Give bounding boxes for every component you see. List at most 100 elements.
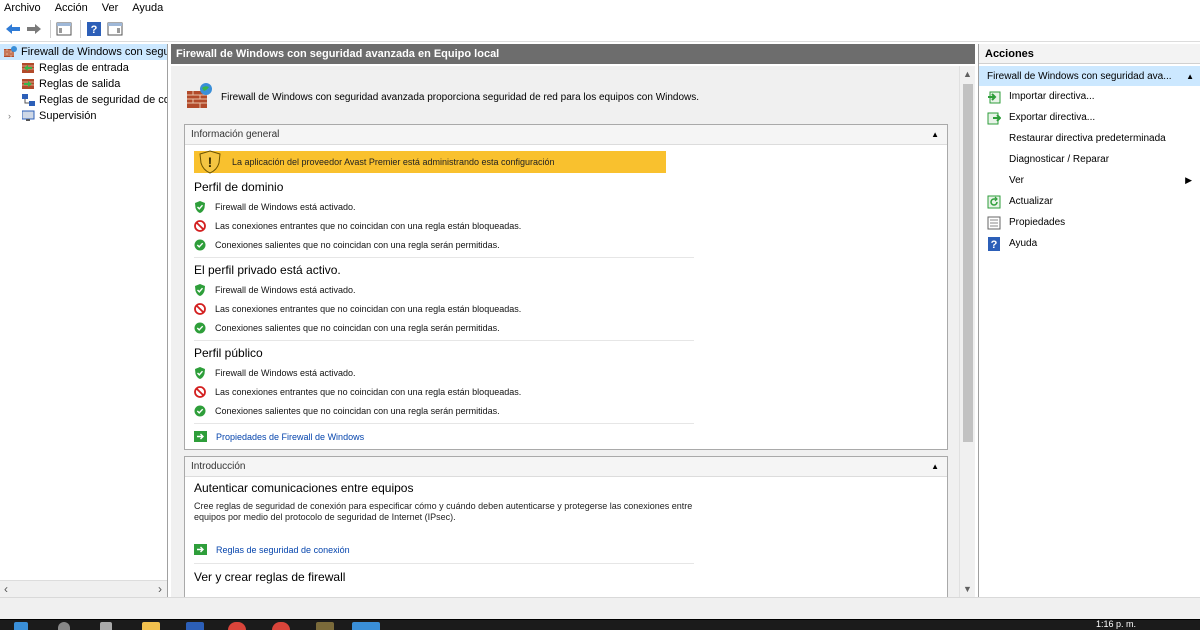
introduction-panel-header[interactable]: Introducción ▲ [185, 457, 947, 477]
tree-item-reglas-seguridad[interactable]: Reglas de seguridad de con [0, 92, 167, 108]
overview-panel-header[interactable]: Información general ▲ [185, 125, 947, 145]
action-view[interactable]: Ver ▶ [979, 170, 1200, 191]
introduction-panel: Introducción ▲ Autenticar comunicaciones… [184, 456, 948, 597]
expand-chevron-icon[interactable]: › [8, 111, 18, 121]
collapse-icon[interactable]: ▲ [931, 130, 939, 139]
tree-horizontal-scrollbar[interactable]: ‹ › [0, 580, 167, 597]
blocked-icon [194, 220, 206, 232]
svg-text:?: ? [991, 239, 998, 251]
collapse-icon[interactable]: ▲ [1186, 72, 1194, 81]
firewall-icon [4, 46, 17, 58]
section-title-authenticate: Autenticar comunicaciones entre equipos [194, 481, 414, 495]
menu-ver[interactable]: Ver [102, 2, 119, 14]
actions-group-header[interactable]: Firewall de Windows con seguridad ava...… [979, 66, 1200, 86]
section-divider [194, 340, 694, 341]
scroll-down-icon[interactable]: ▼ [963, 584, 972, 594]
help-icon: ? [987, 236, 1001, 251]
green-arrow-icon [194, 431, 207, 442]
status-row: Conexiones salientes que no coincidan co… [194, 402, 500, 420]
link-text[interactable]: Propiedades de Firewall de Windows [216, 432, 364, 442]
check-circle-icon [194, 239, 206, 251]
section-divider [194, 257, 694, 258]
link-text[interactable]: Reglas de seguridad de conexión [216, 545, 350, 555]
action-refresh[interactable]: Actualizar [979, 191, 1200, 212]
actions-header: Acciones [979, 44, 1200, 64]
start-button-icon[interactable] [14, 622, 28, 630]
toolbar-separator [50, 19, 51, 38]
tree-item-label: Reglas de seguridad de con [39, 94, 168, 106]
taskbar-clock[interactable]: 1:16 p. m. [1096, 619, 1136, 629]
tree-item-firewall-root[interactable]: Firewall de Windows con segur [0, 44, 167, 60]
status-row: Firewall de Windows está activado. [194, 281, 356, 299]
status-bar [0, 597, 1200, 619]
back-arrow-icon[interactable] [4, 20, 22, 38]
connection-security-rules-link[interactable]: Reglas de seguridad de conexión [194, 544, 350, 555]
tree-item-label: Firewall de Windows con segur [21, 46, 168, 58]
introduction-panel-title: Introducción [191, 461, 246, 472]
main-vertical-scrollbar[interactable]: ▲ ▼ [959, 66, 975, 597]
properties-icon [987, 216, 1001, 230]
refresh-icon [987, 195, 1001, 209]
tree-item-supervision[interactable]: › Supervisión [0, 108, 167, 124]
chrome-icon[interactable] [228, 622, 246, 630]
menu-ayuda[interactable]: Ayuda [132, 2, 163, 14]
profile-title-domain: Perfil de dominio [194, 180, 284, 194]
green-arrow-icon [194, 544, 207, 555]
status-text: Las conexiones entrantes que no coincida… [215, 221, 522, 231]
firewall-properties-link[interactable]: Propiedades de Firewall de Windows [194, 431, 364, 442]
blank-icon [987, 174, 1001, 188]
action-label: Importar directiva... [1009, 91, 1095, 102]
import-icon [987, 90, 1001, 104]
forward-arrow-icon[interactable] [25, 20, 43, 38]
file-explorer-icon[interactable] [142, 622, 160, 630]
blank-icon [987, 132, 1001, 146]
tree-item-label: Reglas de entrada [39, 62, 129, 74]
section-divider [194, 563, 694, 564]
action-import-policy[interactable]: Importar directiva... [979, 86, 1200, 107]
outbound-rules-icon [22, 78, 35, 90]
show-hide-action-pane-icon[interactable] [106, 20, 124, 38]
status-row: Conexiones salientes que no coincidan co… [194, 236, 500, 254]
word-icon[interactable] [186, 622, 204, 630]
scroll-up-icon[interactable]: ▲ [963, 69, 972, 79]
status-text: Firewall de Windows está activado. [215, 285, 356, 295]
action-label: Propiedades [1009, 217, 1066, 228]
collapse-icon[interactable]: ▲ [931, 462, 939, 471]
search-icon[interactable] [58, 622, 70, 630]
firewall-globe-icon [185, 81, 215, 114]
scroll-thumb[interactable] [963, 84, 973, 442]
check-shield-icon [194, 284, 206, 296]
action-help[interactable]: ? Ayuda [979, 233, 1200, 254]
status-text: Firewall de Windows está activado. [215, 368, 356, 378]
section-title-firewall-rules: Ver y crear reglas de firewall [194, 570, 346, 584]
browser-icon[interactable] [272, 622, 290, 630]
intro-text: Firewall de Windows con seguridad avanza… [221, 91, 700, 103]
profile-title-private: El perfil privado está activo. [194, 263, 341, 277]
status-text: Conexiones salientes que no coincidan co… [215, 323, 500, 333]
tree-item-reglas-salida[interactable]: Reglas de salida [0, 76, 167, 92]
menu-archivo[interactable]: Archivo [4, 2, 41, 14]
action-label: Ayuda [1009, 238, 1038, 249]
show-hide-tree-icon[interactable] [55, 20, 73, 38]
section-description: Cree reglas de seguridad de conexión par… [194, 501, 693, 522]
action-restore-default[interactable]: Restaurar directiva predeterminada [979, 128, 1200, 149]
app-icon[interactable] [316, 622, 334, 630]
firewall-app-taskbar-icon[interactable] [352, 622, 380, 630]
overview-panel-title: Información general [191, 129, 280, 140]
help-icon[interactable]: ? [85, 20, 103, 38]
scroll-left-icon[interactable]: ‹ [4, 582, 8, 596]
task-view-icon[interactable] [100, 622, 112, 630]
check-circle-icon [194, 405, 206, 417]
main-pane-body: Firewall de Windows con seguridad avanza… [171, 66, 959, 597]
check-shield-icon [194, 367, 206, 379]
blank-icon [987, 153, 1001, 167]
action-export-policy[interactable]: Exportar directiva... [979, 107, 1200, 128]
menu-accion[interactable]: Acción [55, 2, 88, 14]
action-diagnose-repair[interactable]: Diagnosticar / Reparar [979, 149, 1200, 170]
status-row: Firewall de Windows está activado. [194, 364, 356, 382]
intro-banner: Firewall de Windows con seguridad avanza… [185, 80, 945, 114]
scroll-right-icon[interactable]: › [158, 582, 162, 596]
tree-item-reglas-entrada[interactable]: Reglas de entrada [0, 60, 167, 76]
main-pane: Firewall de Windows con seguridad avanza… [171, 44, 975, 597]
action-properties[interactable]: Propiedades [979, 212, 1200, 233]
